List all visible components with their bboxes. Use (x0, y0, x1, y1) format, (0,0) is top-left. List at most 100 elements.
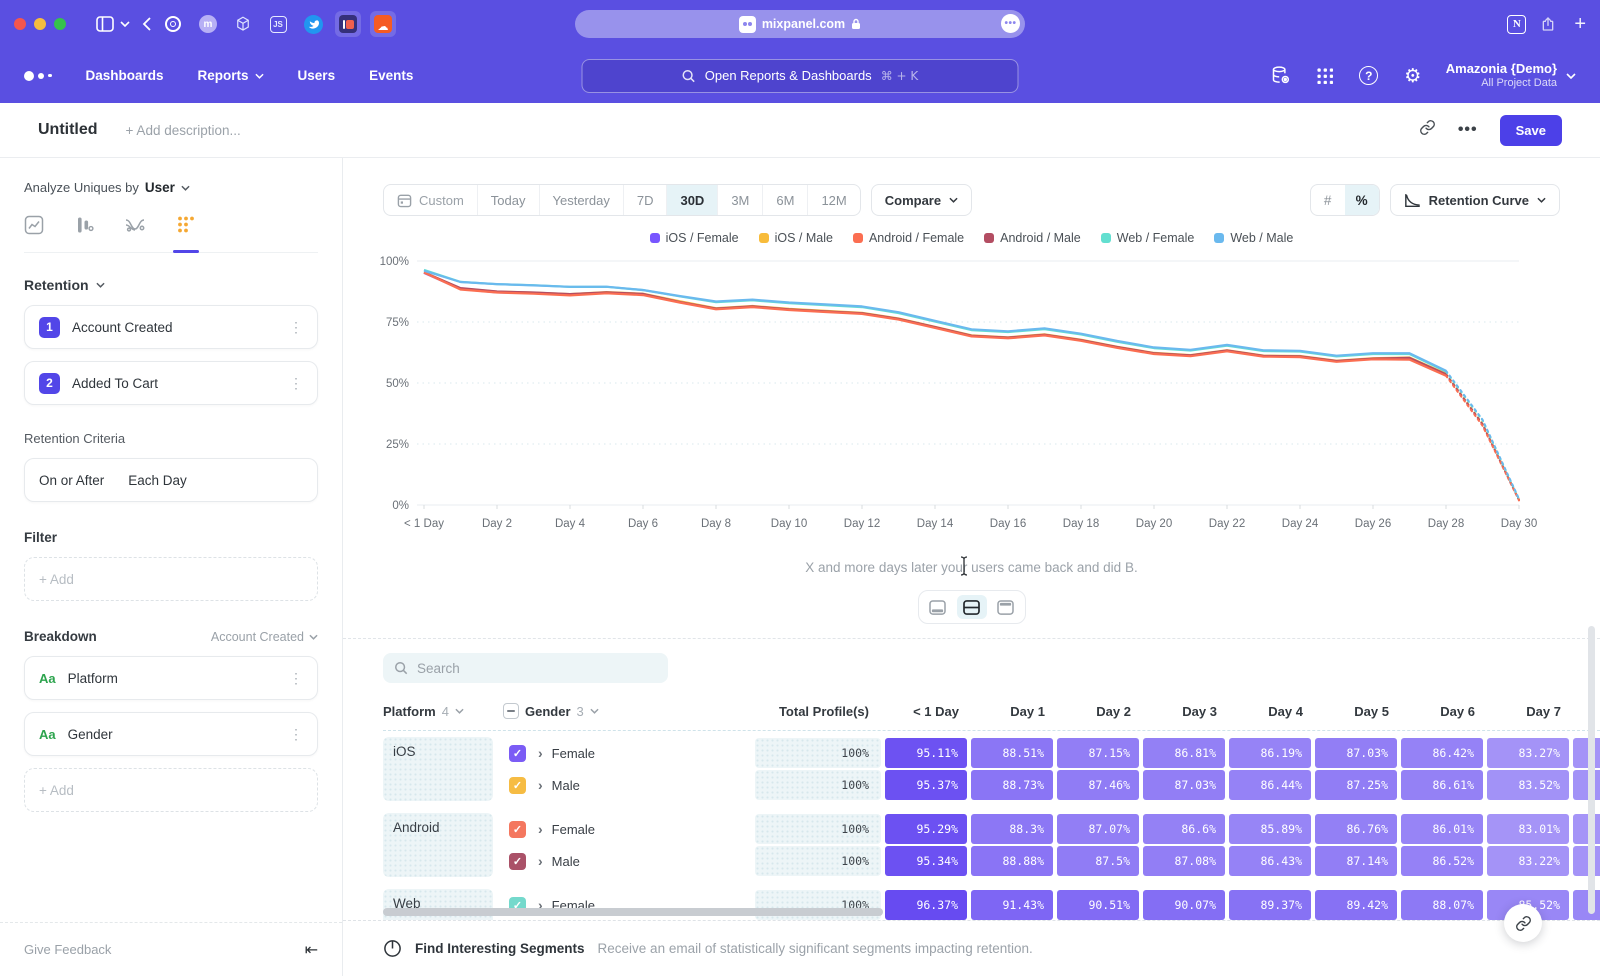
day-column-header[interactable]: Day 4 (1227, 704, 1313, 719)
nav-reports[interactable]: Reports (198, 68, 264, 83)
unit-percent-button[interactable]: % (1345, 185, 1379, 215)
retention-value-cell[interactable]: 90.51% (1057, 890, 1139, 920)
share-icon[interactable] (1540, 15, 1556, 33)
mixpanel-logo[interactable] (24, 71, 52, 81)
platform-cell[interactable]: Android (383, 813, 493, 877)
retention-value-cell[interactable]: 91.43% (971, 890, 1053, 920)
save-button[interactable]: Save (1500, 115, 1562, 146)
retention-value-cell[interactable]: 87.08% (1143, 846, 1225, 876)
close-window-button[interactable] (14, 18, 26, 30)
retention-value-cell[interactable]: 86.43% (1229, 846, 1311, 876)
range-3m[interactable]: 3M (717, 185, 762, 215)
range-today[interactable]: Today (477, 185, 539, 215)
legend-item[interactable]: Web / Male (1214, 231, 1293, 245)
retention-step-1[interactable]: 1 Account Created ⋮ (24, 305, 318, 349)
layout-chart-only-button[interactable] (923, 595, 953, 619)
retention-value-cell[interactable]: 88.3% (971, 814, 1053, 844)
retention-value-cell[interactable]: 87.15% (1057, 738, 1139, 768)
legend-item[interactable]: Android / Male (984, 231, 1081, 245)
platform-cell[interactable]: iOS (383, 737, 493, 801)
retention-value-cell[interactable]: 87.25% (1315, 770, 1397, 800)
nav-users[interactable]: Users (298, 68, 336, 83)
expand-row-icon[interactable]: › (538, 777, 543, 793)
retention-value-cell[interactable]: 83.01% (1487, 814, 1569, 844)
settings-gear-icon[interactable]: ⚙ (1402, 65, 1424, 87)
global-search[interactable]: Open Reports & Dashboards ⌘ + K (582, 59, 1019, 93)
retention-value-cell-clipped[interactable] (1573, 846, 1600, 876)
step-options-icon[interactable]: ⋮ (289, 375, 303, 392)
series-checkbox[interactable]: ✓ (509, 777, 526, 794)
chart-type-dropdown[interactable]: Retention Curve (1390, 184, 1560, 216)
total-profiles-header[interactable]: Total Profile(s) (753, 704, 883, 719)
legend-item[interactable]: Web / Female (1101, 231, 1195, 245)
retention-value-cell[interactable]: 86.01% (1401, 814, 1483, 844)
range-custom[interactable]: Custom (384, 185, 477, 215)
retention-value-cell[interactable]: 95.29% (885, 814, 967, 844)
zoom-window-button[interactable] (54, 18, 66, 30)
retention-value-cell[interactable]: 89.37% (1229, 890, 1311, 920)
day-column-header[interactable]: Day 5 (1313, 704, 1399, 719)
day-column-header[interactable]: Day 3 (1141, 704, 1227, 719)
chevron-down-icon[interactable] (120, 21, 130, 27)
vertical-scrollbar[interactable] (1588, 626, 1595, 914)
range-7d[interactable]: 7D (623, 185, 667, 215)
retention-value-cell[interactable]: 87.07% (1057, 814, 1139, 844)
retention-value-cell[interactable]: 83.22% (1487, 846, 1569, 876)
retention-value-cell[interactable]: 83.52% (1487, 770, 1569, 800)
horizontal-scrollbar[interactable] (383, 908, 883, 916)
retention-value-cell-clipped[interactable] (1573, 814, 1600, 844)
legend-item[interactable]: Android / Female (853, 231, 964, 245)
breakdown-options-icon[interactable]: ⋮ (289, 726, 303, 743)
collapse-sidebar-icon[interactable]: ⇤ (305, 940, 318, 959)
target-extension-icon[interactable] (160, 11, 186, 37)
retention-value-cell[interactable]: 96.37% (885, 890, 967, 920)
breakdown-applies-to-dropdown[interactable]: Account Created (211, 630, 318, 644)
breakdown-platform[interactable]: Aa Platform ⋮ (24, 656, 318, 700)
segments-title[interactable]: Find Interesting Segments (415, 941, 585, 956)
day-column-header[interactable]: Day 7 (1485, 704, 1571, 719)
platform-column-header[interactable]: Platform4 (383, 704, 503, 719)
retention-value-cell[interactable]: 88.73% (971, 770, 1053, 800)
retention-value-cell[interactable]: 83.27% (1487, 738, 1569, 768)
retention-value-cell[interactable]: 88.51% (971, 738, 1053, 768)
retention-value-cell-clipped[interactable] (1573, 738, 1600, 768)
gender-cell[interactable]: ✓›Male (503, 845, 753, 877)
range-yesterday[interactable]: Yesterday (539, 185, 623, 215)
more-options-icon[interactable]: ••• (1458, 121, 1478, 139)
series-checkbox[interactable]: ✓ (509, 821, 526, 838)
day-column-header[interactable]: Day 2 (1055, 704, 1141, 719)
gender-column-header[interactable]: Gender3 (503, 703, 753, 719)
analyze-uniques-row[interactable]: Analyze Uniques by User (24, 180, 318, 195)
filter-add-button[interactable]: + Add (24, 557, 318, 601)
select-all-checkbox[interactable] (503, 703, 519, 719)
tab-funnels[interactable] (74, 215, 94, 252)
retention-value-cell[interactable]: 86.81% (1143, 738, 1225, 768)
breakdown-options-icon[interactable]: ⋮ (289, 670, 303, 687)
range-30d[interactable]: 30D (666, 185, 717, 215)
retention-value-cell[interactable]: 95.34% (885, 846, 967, 876)
day-column-header[interactable]: Day 6 (1399, 704, 1485, 719)
breakdown-gender[interactable]: Aa Gender ⋮ (24, 712, 318, 756)
legend-item[interactable]: iOS / Male (759, 231, 833, 245)
notion-app-icon[interactable]: N (1507, 15, 1526, 34)
legend-item[interactable]: iOS / Female (650, 231, 739, 245)
retention-value-cell[interactable]: 90.07% (1143, 890, 1225, 920)
table-search-input[interactable]: Search (383, 653, 668, 683)
gender-cell[interactable]: ✓›Female (503, 813, 753, 845)
share-link-fab[interactable] (1504, 904, 1542, 942)
m-extension-icon[interactable]: m (195, 11, 221, 37)
criteria-interval[interactable]: Each Day (128, 473, 187, 488)
retention-value-cell-clipped[interactable] (1573, 890, 1600, 920)
bird-extension-icon[interactable] (300, 11, 326, 37)
unit-absolute-button[interactable]: # (1311, 185, 1345, 215)
tab-flows[interactable] (124, 215, 146, 252)
series-checkbox[interactable]: ✓ (509, 745, 526, 762)
apps-grid-icon[interactable] (1314, 65, 1336, 87)
retention-value-cell[interactable]: 86.42% (1401, 738, 1483, 768)
retention-value-cell[interactable]: 88.88% (971, 846, 1053, 876)
back-icon[interactable] (142, 17, 151, 31)
retention-value-cell[interactable]: 86.19% (1229, 738, 1311, 768)
help-icon[interactable]: ? (1358, 65, 1380, 87)
workspace-switcher[interactable]: Amazonia {Demo} All Project Data (1446, 61, 1576, 91)
expand-row-icon[interactable]: › (538, 745, 543, 761)
